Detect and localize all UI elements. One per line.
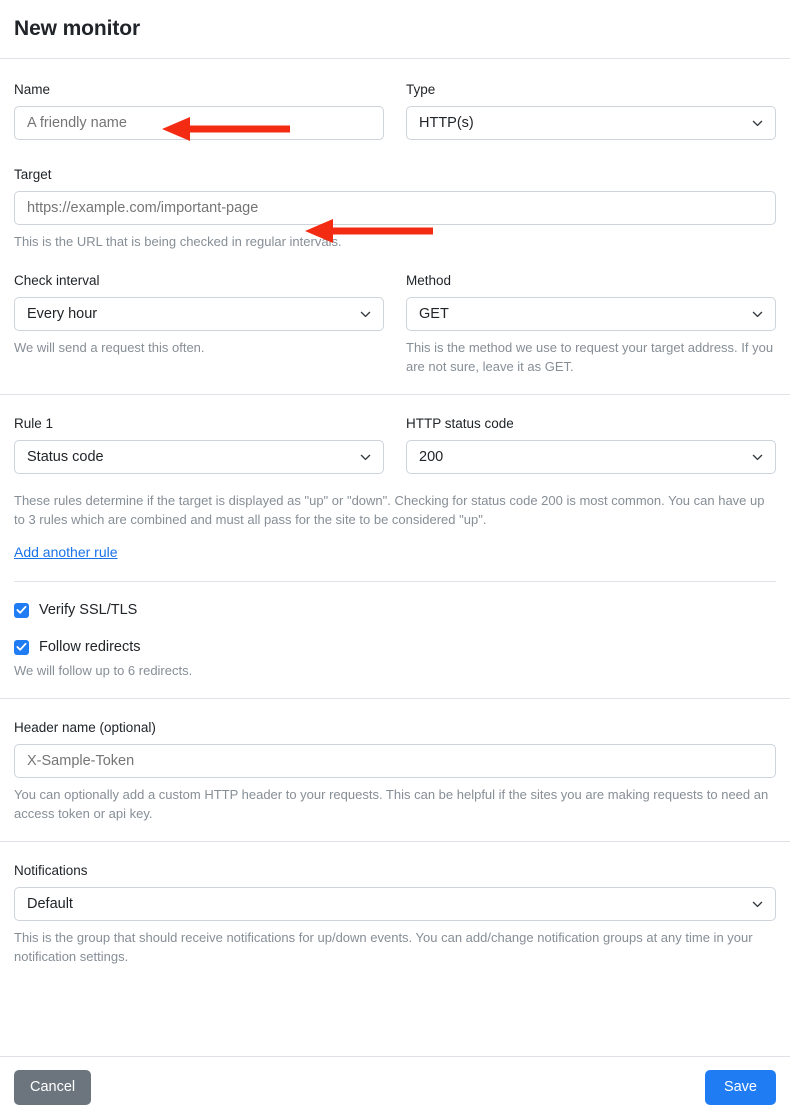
method-select[interactable]: GET (406, 297, 776, 331)
method-value: GET (419, 306, 449, 322)
name-label: Name (14, 82, 51, 97)
check-interval-select[interactable]: Every hour (14, 297, 384, 331)
field-group-name: Name (14, 82, 384, 140)
follow-redirects-row[interactable]: Follow redirects (14, 639, 776, 655)
field-group-notifications: Notifications Default This is the group … (14, 842, 776, 966)
rule-1-value: Status code (27, 449, 104, 465)
field-group-http-status-code: HTTP status code 200 (406, 416, 776, 474)
field-group-method: Method GET This is the method we use to … (406, 273, 776, 376)
http-status-code-label: HTTP status code (406, 416, 514, 431)
verify-ssl-row[interactable]: Verify SSL/TLS (14, 602, 776, 618)
add-another-rule-link[interactable]: Add another rule (14, 544, 118, 560)
row-name-type: Name Type HTTP(s) (14, 59, 776, 140)
http-status-code-value: 200 (419, 449, 444, 465)
type-label: Type (406, 82, 436, 97)
chevron-down-icon (359, 451, 372, 464)
page-header: New monitor (0, 0, 790, 59)
check-interval-label: Check interval (14, 273, 100, 288)
target-help-text: This is the URL that is being checked in… (14, 234, 342, 249)
field-group-check-interval: Check interval Every hour We will send a… (14, 273, 384, 376)
notifications-label: Notifications (14, 863, 88, 878)
checkmark-icon (16, 605, 27, 614)
notifications-select[interactable]: Default (14, 887, 776, 921)
name-input[interactable] (14, 106, 384, 140)
chevron-down-icon (751, 451, 764, 464)
monitor-form: Name Type HTTP(s) Target This is the URL… (0, 59, 790, 966)
header-name-help-text: You can optionally add a custom HTTP hea… (14, 787, 769, 821)
notifications-help-text: This is the group that should receive no… (14, 930, 753, 964)
form-footer: Cancel Save (0, 1056, 790, 1118)
check-interval-value: Every hour (27, 306, 98, 322)
follow-redirects-help-text: We will follow up to 6 redirects. (14, 663, 193, 678)
chevron-down-icon (751, 117, 764, 130)
http-status-code-select[interactable]: 200 (406, 440, 776, 474)
verify-ssl-label: Verify SSL/TLS (39, 602, 138, 618)
checkmark-icon (16, 642, 27, 651)
follow-redirects-checkbox[interactable] (14, 639, 29, 655)
method-help-text: This is the method we use to request you… (406, 340, 774, 374)
type-select[interactable]: HTTP(s) (406, 106, 776, 140)
field-group-target: Target This is the URL that is being che… (14, 140, 776, 251)
header-name-label: Header name (optional) (14, 720, 156, 735)
divider-above-checkboxes (14, 581, 776, 582)
verify-ssl-checkbox[interactable] (14, 602, 29, 618)
target-label: Target (14, 167, 52, 182)
notifications-value: Default (27, 896, 73, 912)
chevron-down-icon (359, 308, 372, 321)
follow-redirects-label: Follow redirects (39, 639, 141, 655)
row-rule-status: Rule 1 Status code HTTP status code 200 (14, 395, 776, 474)
cancel-button[interactable]: Cancel (14, 1070, 92, 1105)
page-title: New monitor (14, 17, 141, 40)
rules-help-text: These rules determine if the target is d… (14, 493, 765, 527)
rule-1-select[interactable]: Status code (14, 440, 384, 474)
rule-1-label: Rule 1 (14, 416, 54, 431)
chevron-down-icon (751, 308, 764, 321)
target-input[interactable] (14, 191, 776, 225)
field-group-rule-1: Rule 1 Status code (14, 416, 384, 474)
chevron-down-icon (751, 898, 764, 911)
save-button[interactable]: Save (704, 1070, 776, 1105)
header-name-input[interactable] (14, 744, 776, 778)
field-group-type: Type HTTP(s) (406, 82, 776, 140)
check-interval-help-text: We will send a request this often. (14, 340, 205, 355)
row-interval-method: Check interval Every hour We will send a… (14, 251, 776, 376)
method-label: Method (406, 273, 452, 288)
type-select-value: HTTP(s) (419, 115, 474, 131)
field-group-header-name: Header name (optional) You can optionall… (14, 699, 776, 823)
